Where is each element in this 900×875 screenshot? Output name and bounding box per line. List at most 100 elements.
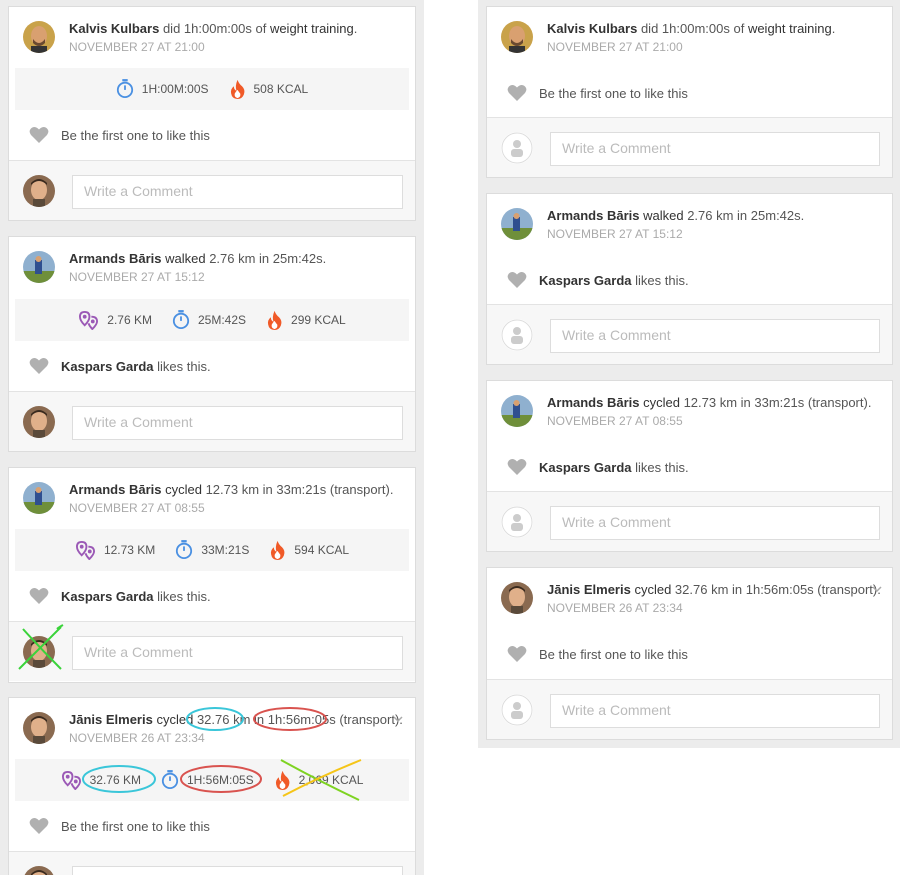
user-name[interactable]: Armands Bāris bbox=[547, 208, 639, 223]
comment-input[interactable]: Write a Comment bbox=[72, 175, 403, 209]
activity-date: NOVEMBER 27 AT 21:00 bbox=[547, 40, 683, 54]
liker-name[interactable]: Kaspars Garda bbox=[61, 589, 154, 604]
chevron-down-icon[interactable] bbox=[393, 714, 403, 724]
activity-date: NOVEMBER 26 AT 23:34 bbox=[547, 601, 683, 615]
user-name[interactable]: Kalvis Kulbars bbox=[69, 21, 159, 36]
comment-input[interactable]: Write a Comment bbox=[72, 866, 403, 875]
feed-column-left: Kalvis Kulbars did 1h:00m:00s of weight … bbox=[0, 0, 424, 875]
comment-input[interactable]: Write a Comment bbox=[550, 694, 880, 728]
generic-user-icon bbox=[501, 319, 533, 351]
avatar[interactable] bbox=[501, 21, 533, 53]
like-text: Be the first one to like this bbox=[539, 646, 688, 662]
avatar[interactable] bbox=[501, 208, 533, 240]
activity-card: Kalvis Kulbars did 1h:00m:00s of weight … bbox=[8, 6, 416, 221]
like-text: Be the first one to like this bbox=[61, 818, 210, 834]
verb: cycled bbox=[156, 712, 194, 727]
activity-detail: 1h:00m:00s of bbox=[180, 21, 270, 36]
chevron-down-icon[interactable] bbox=[872, 584, 882, 594]
activity-header: Kalvis Kulbars did 1h:00m:00s of weight … bbox=[487, 7, 892, 67]
heart-icon[interactable] bbox=[507, 84, 527, 102]
activity-detail: 12.73 km in 33m:21s (transport). bbox=[201, 482, 394, 497]
fire-icon bbox=[269, 540, 286, 560]
verb: walked bbox=[165, 251, 206, 266]
fire-icon bbox=[274, 770, 291, 790]
like-row: Kaspars Garda likes this. bbox=[487, 445, 892, 489]
user-name[interactable]: Armands Bāris bbox=[69, 251, 161, 266]
heart-icon[interactable] bbox=[507, 458, 527, 476]
user-name[interactable]: Jānis Elmeris bbox=[69, 712, 153, 727]
activity-detail: in bbox=[250, 712, 268, 727]
timer-icon bbox=[161, 770, 179, 790]
avatar[interactable] bbox=[23, 712, 55, 744]
heart-icon[interactable] bbox=[29, 817, 49, 835]
activity-detail: 2.76 km in 25m:42s. bbox=[683, 208, 805, 223]
duration-value: 1H:00M:00S bbox=[141, 82, 209, 96]
activity-card: Armands Bāris walked 2.76 km in 25m:42s.… bbox=[8, 236, 416, 452]
distance-stat: 2.76 KM bbox=[78, 311, 152, 330]
comment-input[interactable]: Write a Comment bbox=[550, 319, 880, 353]
activity-date: NOVEMBER 27 AT 21:00 bbox=[69, 40, 205, 54]
avatar bbox=[23, 175, 55, 207]
activity-title: Jānis Elmeris cycled 32.76 km in 1h:56m:… bbox=[69, 712, 403, 727]
heart-icon[interactable] bbox=[29, 357, 49, 375]
user-name[interactable]: Armands Bāris bbox=[547, 395, 639, 410]
comment-row: Write a Comment bbox=[9, 621, 415, 681]
activity-header: Armands Bāris cycled 12.73 km in 33m:21s… bbox=[9, 468, 415, 528]
like-suffix: likes this. bbox=[153, 358, 211, 374]
like-suffix: likes this. bbox=[631, 272, 689, 288]
avatar[interactable] bbox=[501, 395, 533, 427]
generic-user-icon bbox=[501, 506, 533, 538]
activity-header: Armands Bāris cycled 12.73 km in 33m:21s… bbox=[487, 381, 892, 441]
fire-icon bbox=[229, 79, 246, 99]
activity-tail: . bbox=[831, 21, 836, 36]
duration-text: 1h:56m:05s bbox=[267, 712, 336, 727]
comment-input[interactable]: Write a Comment bbox=[72, 406, 403, 440]
like-text: Be the first one to like this bbox=[61, 127, 210, 143]
liker-name[interactable]: Kaspars Garda bbox=[539, 460, 632, 475]
user-name[interactable]: Kalvis Kulbars bbox=[547, 21, 637, 36]
activity-title: Kalvis Kulbars did 1h:00m:00s of weight … bbox=[547, 21, 874, 36]
comment-input[interactable]: Write a Comment bbox=[550, 506, 880, 540]
activity-date: NOVEMBER 26 AT 23:34 bbox=[69, 731, 205, 745]
activity-title: Armands Bāris cycled 12.73 km in 33m:21s… bbox=[69, 482, 397, 497]
duration-stat: 33M:21S bbox=[175, 540, 249, 560]
comment-row: Write a Comment bbox=[9, 160, 415, 220]
calories-value: 299 KCAL bbox=[291, 313, 346, 327]
avatar[interactable] bbox=[23, 21, 55, 53]
duration-value: 1H:56M:05S bbox=[186, 773, 254, 787]
heart-icon[interactable] bbox=[29, 126, 49, 144]
calories-stat: 299 KCAL bbox=[266, 310, 346, 330]
activity-card: Jānis Elmeris cycled 32.76 km in 1h:56m:… bbox=[486, 567, 893, 740]
activity-title: Kalvis Kulbars did 1h:00m:00s of weight … bbox=[69, 21, 397, 36]
avatar[interactable] bbox=[23, 482, 55, 514]
comment-input[interactable]: Write a Comment bbox=[550, 132, 880, 166]
user-name[interactable]: Armands Bāris bbox=[69, 482, 161, 497]
like-row: Kaspars Garda likes this. bbox=[9, 574, 415, 618]
activity-type: weight training bbox=[747, 21, 832, 36]
avatar[interactable] bbox=[501, 582, 533, 614]
heart-icon[interactable] bbox=[507, 271, 527, 289]
timer-icon bbox=[175, 540, 193, 560]
verb: did bbox=[162, 21, 181, 36]
activity-date: NOVEMBER 27 AT 08:55 bbox=[547, 414, 683, 428]
like-row: Be the first one to like this bbox=[487, 632, 892, 676]
duration-stat: 1H:00M:00S bbox=[116, 79, 209, 99]
activity-card: Armands Bāris cycled 12.73 km in 33m:21s… bbox=[8, 467, 416, 683]
comment-row: Write a Comment bbox=[9, 391, 415, 451]
user-name[interactable]: Jānis Elmeris bbox=[547, 582, 631, 597]
activity-title: Armands Bāris walked 2.76 km in 25m:42s. bbox=[69, 251, 397, 266]
comment-row: Write a Comment bbox=[9, 851, 415, 875]
activity-header: Kalvis Kulbars did 1h:00m:00s of weight … bbox=[9, 7, 415, 67]
calories-value: 2,069 KCAL bbox=[298, 773, 364, 787]
avatar[interactable] bbox=[23, 251, 55, 283]
liker-name[interactable]: Kaspars Garda bbox=[539, 273, 632, 288]
liker-name[interactable]: Kaspars Garda bbox=[61, 359, 154, 374]
location-pin-icon bbox=[78, 311, 99, 330]
heart-icon[interactable] bbox=[507, 645, 527, 663]
heart-icon[interactable] bbox=[29, 587, 49, 605]
comment-input[interactable]: Write a Comment bbox=[72, 636, 403, 670]
avatar bbox=[23, 636, 55, 668]
location-pin-icon bbox=[61, 771, 82, 790]
distance-value: 12.73 KM bbox=[103, 543, 156, 557]
generic-user-icon bbox=[501, 132, 533, 164]
